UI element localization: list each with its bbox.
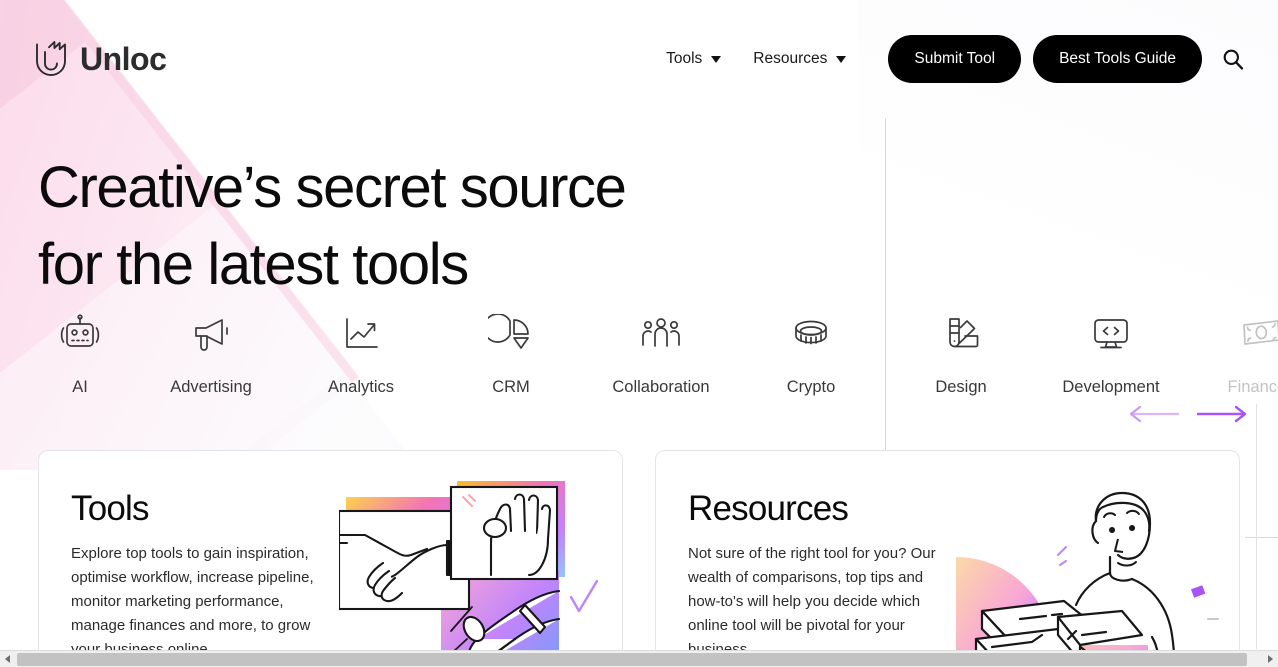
category-label: Development — [1062, 378, 1160, 396]
right-horizontal-divider — [1245, 537, 1278, 538]
hero-section: Creative’s secret source for the latest … — [38, 150, 898, 303]
category-item-crm[interactable]: CRM — [436, 312, 586, 397]
hero-line-1: Creative’s secret source — [38, 155, 627, 220]
primary-navigation: Tools Resources Submit Tool Best Tools G… — [650, 35, 1248, 83]
card-description: Not sure of the right tool for you? Our … — [688, 545, 936, 658]
feature-cards: Tools Explore top tools to gain inspirat… — [38, 450, 1240, 667]
category-list: AI Advertising Analytics CRM Collaborati… — [0, 312, 1278, 412]
category-item-finances[interactable]: Finances — [1186, 312, 1278, 397]
search-icon[interactable] — [1218, 44, 1248, 74]
carousel-navigation — [1128, 405, 1248, 423]
unloc-tulip-shield-logo-icon — [34, 40, 68, 78]
scroll-left-arrow-icon[interactable] — [0, 650, 15, 667]
category-item-ai[interactable]: AI — [24, 312, 136, 397]
nav-item-resources[interactable]: Resources — [737, 40, 862, 78]
category-carousel[interactable]: AI Advertising Analytics CRM Collaborati… — [0, 312, 1278, 412]
card-resources-text: Resources Not sure of the right tool for… — [656, 451, 936, 667]
brand-logo[interactable]: Unloc — [34, 40, 167, 78]
nav-item-tools-label: Tools — [666, 50, 703, 67]
chevron-down-icon — [836, 55, 847, 63]
category-label: Crypto — [786, 378, 836, 396]
category-label: Analytics — [327, 378, 395, 396]
right-vertical-divider — [1256, 404, 1257, 649]
category-label: Collaboration — [612, 378, 710, 396]
line-chart-icon — [338, 312, 384, 358]
hands-collage-illustration — [319, 451, 622, 667]
category-label: CRM — [492, 378, 530, 396]
person-with-books-illustration — [936, 451, 1239, 667]
scroll-right-arrow-icon[interactable] — [1263, 650, 1278, 667]
megaphone-icon — [188, 312, 234, 358]
page-title: Creative’s secret source for the latest … — [38, 150, 898, 303]
carousel-next-button[interactable] — [1196, 405, 1248, 423]
card-title: Resources — [688, 489, 849, 528]
carousel-prev-button[interactable] — [1128, 405, 1180, 423]
hero-line-2: for the latest tools — [38, 231, 469, 297]
category-item-development[interactable]: Development — [1036, 312, 1186, 397]
card-tools[interactable]: Tools Explore top tools to gain inspirat… — [38, 450, 623, 667]
nav-item-resources-label: Resources — [753, 50, 828, 67]
site-header: Unloc Tools Resources Submit Tool Best T… — [0, 0, 1278, 118]
robot-icon — [57, 312, 103, 358]
color-swatch-pen-icon — [938, 312, 984, 358]
category-label: Design — [935, 378, 987, 396]
best-tools-guide-button[interactable]: Best Tools Guide — [1033, 35, 1202, 83]
coin-stack-icon — [788, 312, 834, 358]
category-item-design[interactable]: Design — [886, 312, 1036, 397]
people-group-icon — [638, 312, 684, 358]
pie-chart-icon — [488, 312, 534, 358]
category-item-advertising[interactable]: Advertising — [136, 312, 286, 397]
horizontal-scrollbar[interactable] — [0, 650, 1278, 667]
nav-item-tools[interactable]: Tools — [650, 40, 737, 78]
card-title: Tools — [71, 489, 150, 528]
category-item-collaboration[interactable]: Collaboration — [586, 312, 736, 397]
category-label: Advertising — [170, 378, 252, 396]
page-viewport: Unloc Tools Resources Submit Tool Best T… — [0, 0, 1278, 667]
card-description: Explore top tools to gain inspiration, o… — [71, 545, 314, 658]
category-label: Finances — [1227, 378, 1278, 396]
submit-tool-button[interactable]: Submit Tool — [888, 35, 1022, 83]
category-item-analytics[interactable]: Analytics — [286, 312, 436, 397]
card-tools-text: Tools Explore top tools to gain inspirat… — [39, 451, 319, 667]
banknote-icon — [1238, 312, 1278, 358]
card-resources[interactable]: Resources Not sure of the right tool for… — [655, 450, 1240, 667]
brand-name: Unloc — [80, 40, 167, 77]
category-label: AI — [72, 378, 88, 396]
monitor-code-icon — [1088, 312, 1134, 358]
chevron-down-icon — [711, 55, 722, 63]
scrollbar-thumb[interactable] — [17, 652, 1247, 666]
scrollbar-track[interactable] — [15, 650, 1263, 667]
category-item-crypto[interactable]: Crypto — [736, 312, 886, 397]
